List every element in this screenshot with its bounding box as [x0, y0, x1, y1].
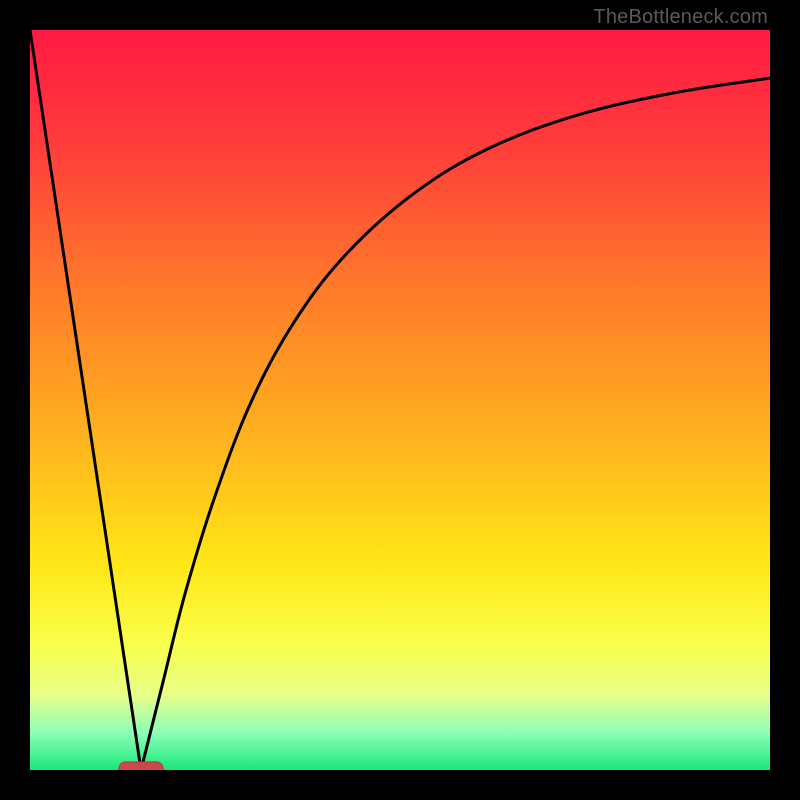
- attribution-text: TheBottleneck.com: [593, 6, 768, 29]
- vertex-marker: [119, 762, 163, 770]
- chart-svg: [30, 30, 770, 770]
- chart-frame: TheBottleneck.com: [0, 0, 800, 800]
- plot-area: [30, 30, 770, 770]
- gradient-background: [30, 30, 770, 770]
